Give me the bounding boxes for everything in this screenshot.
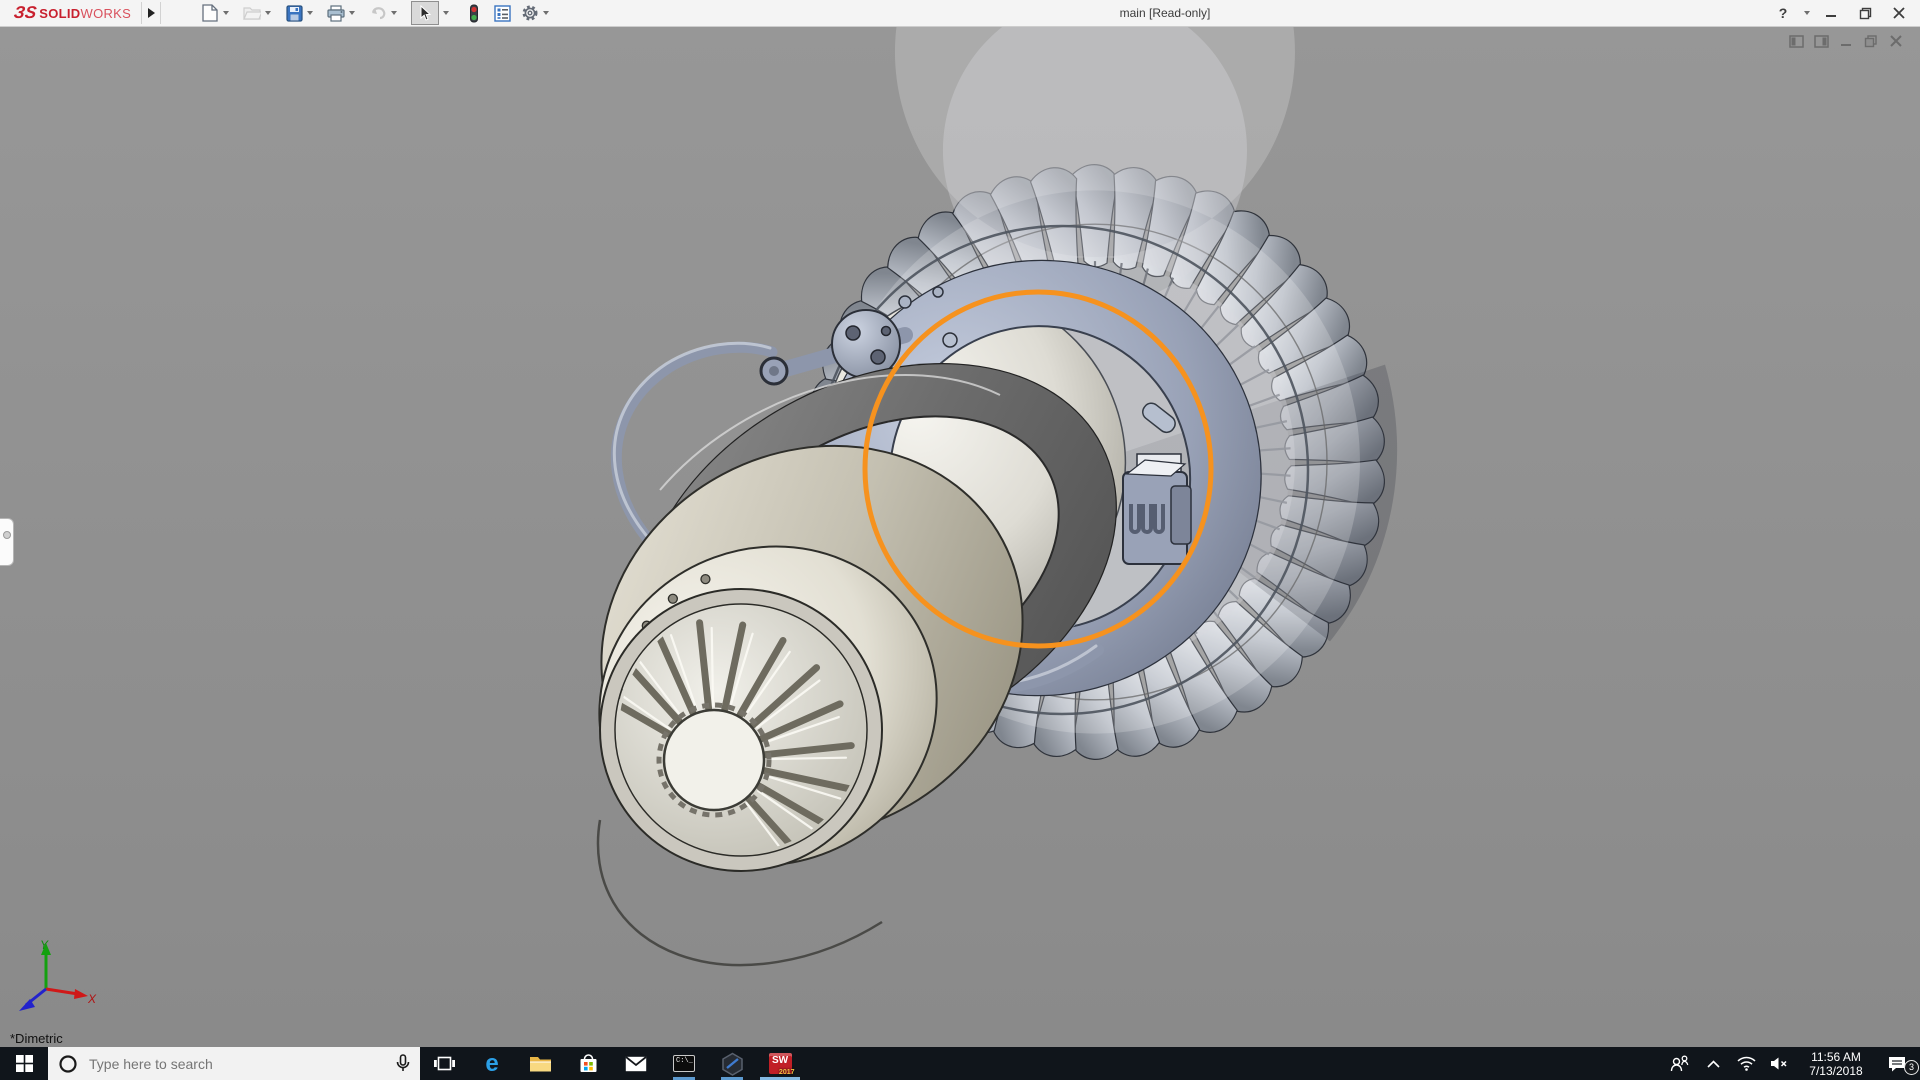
people-icon[interactable]	[1667, 1055, 1693, 1073]
help-dropdown-caret[interactable]	[1804, 11, 1810, 15]
solidworks-3s-glyph: ЗS	[13, 3, 38, 23]
clock-date: 7/13/2018	[1799, 1064, 1873, 1078]
open-document-icon[interactable]	[241, 2, 263, 24]
title-bar: ЗS SOLID WORKS main [Re	[0, 0, 1920, 27]
minimize-button[interactable]	[1818, 2, 1844, 24]
notification-badge: 3	[1904, 1060, 1919, 1075]
save-icon[interactable]	[283, 2, 305, 24]
select-cursor-icon	[419, 5, 432, 21]
command-prompt-button[interactable]: C:\_	[660, 1047, 708, 1080]
menu-flyout-button[interactable]	[141, 2, 161, 24]
axis-y-label: Y	[40, 938, 49, 952]
start-button[interactable]	[0, 1047, 48, 1080]
undo-icon[interactable]	[367, 2, 389, 24]
restore-button[interactable]	[1852, 2, 1878, 24]
file-explorer-icon	[529, 1055, 552, 1073]
tray-expand-chevron-icon[interactable]	[1700, 1060, 1726, 1068]
cortana-icon	[58, 1054, 78, 1074]
mail-button[interactable]	[612, 1047, 660, 1080]
new-document-icon[interactable]	[199, 2, 221, 24]
connector-block[interactable]	[1123, 454, 1191, 564]
pane-right-icon[interactable]	[1813, 34, 1829, 48]
volume-muted-icon[interactable]	[1766, 1056, 1792, 1071]
edge-browser-button[interactable]: e	[468, 1047, 516, 1080]
window-controls: ?	[1770, 0, 1912, 26]
windows-logo-icon	[16, 1055, 33, 1072]
store-icon	[578, 1053, 599, 1074]
save-dropdown-caret[interactable]	[307, 11, 313, 15]
brand-works: WORKS	[81, 6, 132, 21]
viewport-window-controls	[1788, 34, 1904, 48]
microphone-icon[interactable]	[396, 1054, 410, 1073]
select-tool-button[interactable]	[411, 1, 439, 25]
search-input[interactable]	[87, 1055, 387, 1073]
graphics-viewport[interactable]: Y X *Dimetric	[0, 26, 1920, 1047]
file-explorer-button[interactable]	[516, 1047, 564, 1080]
action-center-button[interactable]: 3	[1880, 1056, 1914, 1072]
rebuild-traffic-light-icon[interactable]	[463, 2, 485, 24]
taskbar-spacer	[804, 1047, 1667, 1080]
brand-solid: SOLID	[39, 6, 80, 21]
task-view-button[interactable]	[420, 1047, 468, 1080]
pane-left-icon[interactable]	[1788, 34, 1804, 48]
task-view-icon	[434, 1055, 455, 1072]
new-dropdown-caret[interactable]	[223, 11, 229, 15]
wifi-icon[interactable]	[1733, 1056, 1759, 1071]
undo-dropdown-caret[interactable]	[391, 11, 397, 15]
help-button[interactable]: ?	[1770, 2, 1796, 24]
options-gear-icon[interactable]	[519, 2, 541, 24]
mail-icon	[625, 1056, 647, 1072]
clock-time: 11:56 AM	[1799, 1050, 1873, 1064]
hexagon-app-button[interactable]	[708, 1047, 756, 1080]
solidworks-app-icon: SW 2017	[769, 1053, 792, 1074]
print-icon[interactable]	[325, 2, 347, 24]
quick-toolbar	[199, 0, 561, 26]
microsoft-store-button[interactable]	[564, 1047, 612, 1080]
jet-engine-model[interactable]	[0, 26, 1920, 1047]
tab-dot-icon	[3, 531, 11, 539]
select-dropdown-caret[interactable]	[443, 11, 449, 15]
taskbar-search[interactable]	[48, 1047, 420, 1080]
viewport-close-icon[interactable]	[1888, 34, 1904, 48]
viewport-restore-icon[interactable]	[1863, 34, 1879, 48]
viewport-minimize-icon[interactable]	[1838, 34, 1854, 48]
file-properties-icon[interactable]	[491, 2, 513, 24]
feature-tree-flyout-tab[interactable]	[0, 518, 14, 566]
print-dropdown-caret[interactable]	[349, 11, 355, 15]
solidworks-logo: ЗS SOLID WORKS	[0, 0, 141, 26]
flyout-arrow-icon	[148, 8, 155, 18]
axis-x-label: X	[87, 992, 97, 1006]
taskbar: e C:\_ SW 2017	[0, 1047, 1920, 1080]
document-title: main [Read-only]	[540, 6, 1790, 20]
command-prompt-icon: C:\_	[673, 1055, 695, 1072]
close-button[interactable]	[1886, 2, 1912, 24]
solidworks-2017-button[interactable]: SW 2017	[756, 1047, 804, 1080]
system-tray: 11:56 AM 7/13/2018 3	[1667, 1047, 1920, 1080]
hexagon-app-icon	[721, 1052, 744, 1076]
edge-icon: e	[485, 1053, 498, 1075]
clock[interactable]: 11:56 AM 7/13/2018	[1799, 1050, 1873, 1078]
orientation-triad: Y X	[8, 937, 98, 1015]
open-dropdown-caret[interactable]	[265, 11, 271, 15]
view-orientation-label: *Dimetric	[10, 1031, 63, 1046]
